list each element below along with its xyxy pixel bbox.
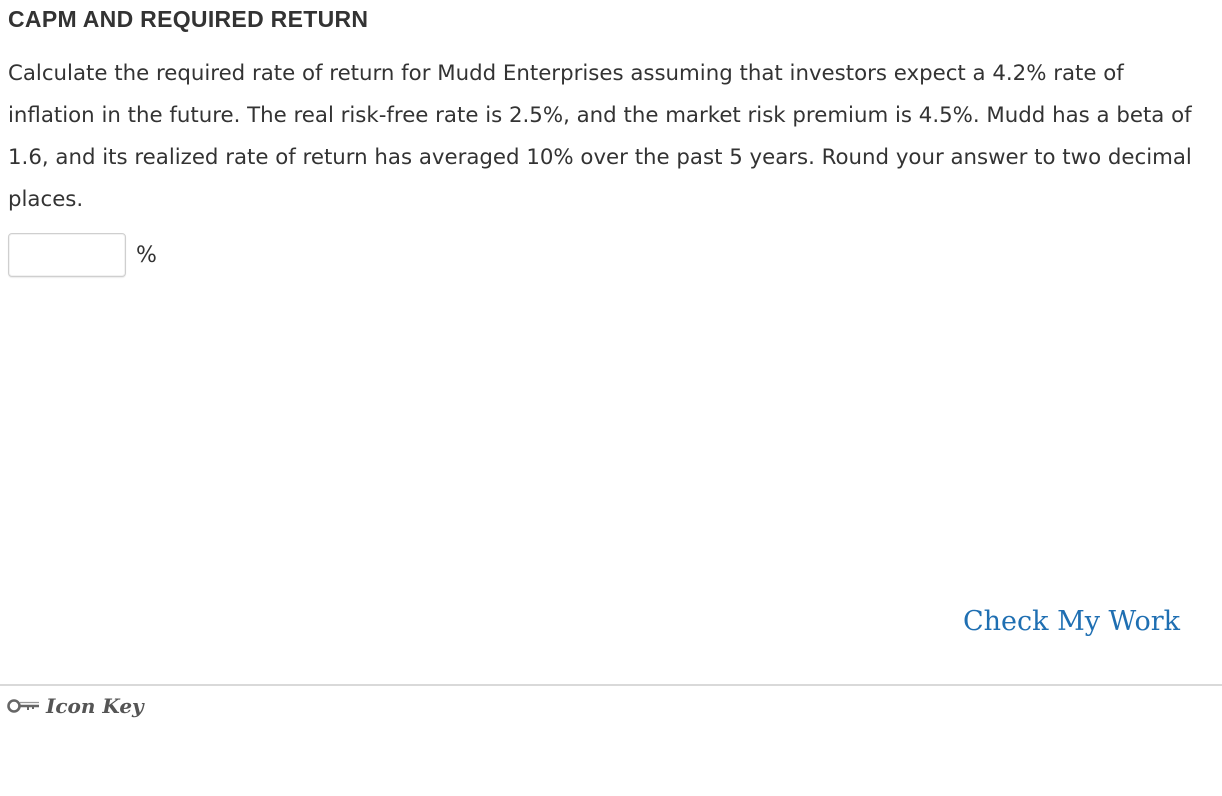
icon-key-label: Icon Key [46,694,144,718]
percent-unit-label: % [136,242,157,268]
answer-row: % [8,232,157,278]
answer-input[interactable] [8,233,126,277]
problem-title: CAPM AND REQUIRED RETURN [8,6,369,32]
question-text: Calculate the required rate of return fo… [8,61,1192,212]
icon-key-link[interactable]: Icon Key [6,694,144,718]
check-my-work-link[interactable]: Check My Work [963,606,1180,637]
footer-divider [0,684,1222,686]
key-icon [6,696,40,716]
